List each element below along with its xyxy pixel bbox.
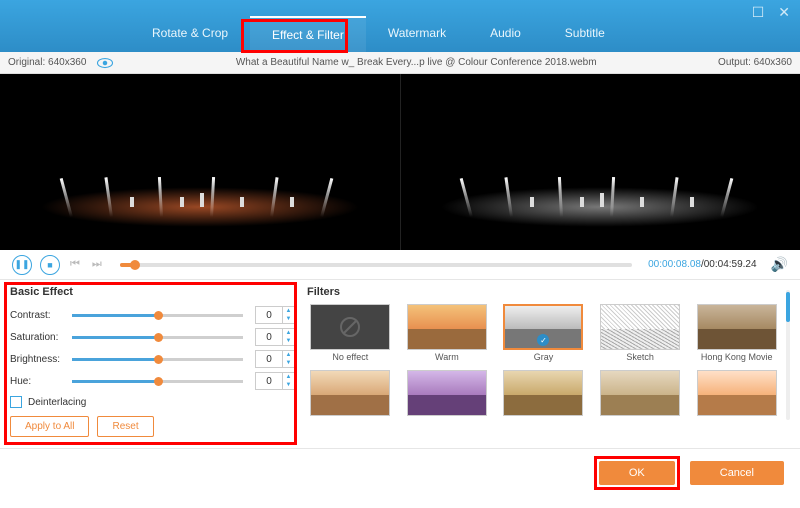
preview-area <box>0 74 800 250</box>
chevron-up-icon[interactable]: ▲ <box>283 307 294 315</box>
filter-label: Warm <box>435 352 459 362</box>
volume-icon[interactable]: 🔊 <box>771 256 788 273</box>
apply-to-all-button[interactable]: Apply to All <box>10 416 89 437</box>
filter-no-effect[interactable]: No effect <box>307 304 394 362</box>
deinterlacing-checkbox[interactable] <box>10 396 22 408</box>
deinterlacing-label: Deinterlacing <box>28 397 86 408</box>
time-display: 00:00:08.08/00:04:59.24 <box>648 259 756 270</box>
tab-watermark[interactable]: Watermark <box>366 16 468 52</box>
filter-label: No effect <box>332 352 368 362</box>
basic-effect-title: Basic Effect <box>10 286 295 298</box>
window-maximize-icon[interactable]: ☐ <box>752 4 765 21</box>
hue-label: Hue: <box>10 376 72 387</box>
preview-output <box>400 74 800 250</box>
saturation-stepper[interactable]: 0▲▼ <box>255 328 295 346</box>
filter-gray[interactable]: ✓ Gray <box>500 304 587 362</box>
basic-effect-panel: Basic Effect Contrast: 0▲▼ Saturation: 0… <box>10 286 295 444</box>
filename-label: What a Beautiful Name w_ Break Every...p… <box>114 57 718 68</box>
ok-button[interactable]: OK <box>599 461 675 485</box>
current-time: 00:00:08.08 <box>648 259 701 270</box>
next-button[interactable]: ⏭ <box>90 258 104 271</box>
brightness-stepper[interactable]: 0▲▼ <box>255 350 295 368</box>
filter-item[interactable] <box>307 370 394 428</box>
annotation-highlight: OK <box>594 456 680 490</box>
filters-scrollbar[interactable] <box>786 290 790 420</box>
contrast-label: Contrast: <box>10 310 72 321</box>
contrast-slider[interactable] <box>72 314 243 317</box>
filters-panel: Filters No effect Warm ✓ Gray Sketch Hon… <box>307 286 790 444</box>
chevron-down-icon[interactable]: ▼ <box>283 337 294 345</box>
tab-effect-filter[interactable]: Effect & Filter <box>250 16 366 52</box>
cancel-button[interactable]: Cancel <box>690 461 784 485</box>
filter-label: Sketch <box>626 352 654 362</box>
total-time: /00:04:59.24 <box>701 259 757 270</box>
filter-item[interactable] <box>404 370 491 428</box>
stop-button[interactable]: ■ <box>40 255 60 275</box>
filter-hong-kong-movie[interactable]: Hong Kong Movie <box>693 304 780 362</box>
chevron-up-icon[interactable]: ▲ <box>283 329 294 337</box>
tab-rotate-crop[interactable]: Rotate & Crop <box>130 16 250 52</box>
tab-audio[interactable]: Audio <box>468 16 543 52</box>
editor-tabs: Rotate & Crop Effect & Filter Watermark … <box>130 16 627 52</box>
filter-warm[interactable]: Warm <box>404 304 491 362</box>
chevron-down-icon[interactable]: ▼ <box>283 359 294 367</box>
transport-bar: ❚❚ ■ ⏮ ⏭ 00:00:08.08/00:04:59.24 🔊 <box>0 250 800 280</box>
timeline-slider[interactable] <box>120 263 632 267</box>
hue-slider[interactable] <box>72 380 243 383</box>
contrast-stepper[interactable]: 0▲▼ <box>255 306 295 324</box>
filter-item[interactable] <box>500 370 587 428</box>
info-bar: Original: 640x360 What a Beautiful Name … <box>0 52 800 74</box>
saturation-slider[interactable] <box>72 336 243 339</box>
filter-item[interactable] <box>597 370 684 428</box>
brightness-label: Brightness: <box>10 354 72 365</box>
filter-label: Gray <box>534 352 554 362</box>
chevron-down-icon[interactable]: ▼ <box>283 381 294 389</box>
output-size-label: Output: 640x360 <box>718 57 792 68</box>
preview-original <box>0 74 400 250</box>
reset-button[interactable]: Reset <box>97 416 153 437</box>
pause-button[interactable]: ❚❚ <box>12 255 32 275</box>
filter-sketch[interactable]: Sketch <box>597 304 684 362</box>
saturation-label: Saturation: <box>10 332 72 343</box>
filter-label: Hong Kong Movie <box>701 352 773 362</box>
filters-title: Filters <box>307 286 780 298</box>
brightness-slider[interactable] <box>72 358 243 361</box>
prev-button[interactable]: ⏮ <box>68 258 82 271</box>
original-size-label: Original: 640x360 <box>8 57 86 68</box>
title-bar: ☐ ✕ Rotate & Crop Effect & Filter Waterm… <box>0 0 800 52</box>
chevron-down-icon[interactable]: ▼ <box>283 315 294 323</box>
dialog-footer: OK Cancel <box>0 448 800 496</box>
hue-stepper[interactable]: 0▲▼ <box>255 372 295 390</box>
chevron-up-icon[interactable]: ▲ <box>283 373 294 381</box>
filter-item[interactable] <box>693 370 780 428</box>
window-close-icon[interactable]: ✕ <box>778 4 790 21</box>
compare-eye-icon[interactable] <box>96 57 114 69</box>
chevron-up-icon[interactable]: ▲ <box>283 351 294 359</box>
tab-subtitle[interactable]: Subtitle <box>543 16 627 52</box>
